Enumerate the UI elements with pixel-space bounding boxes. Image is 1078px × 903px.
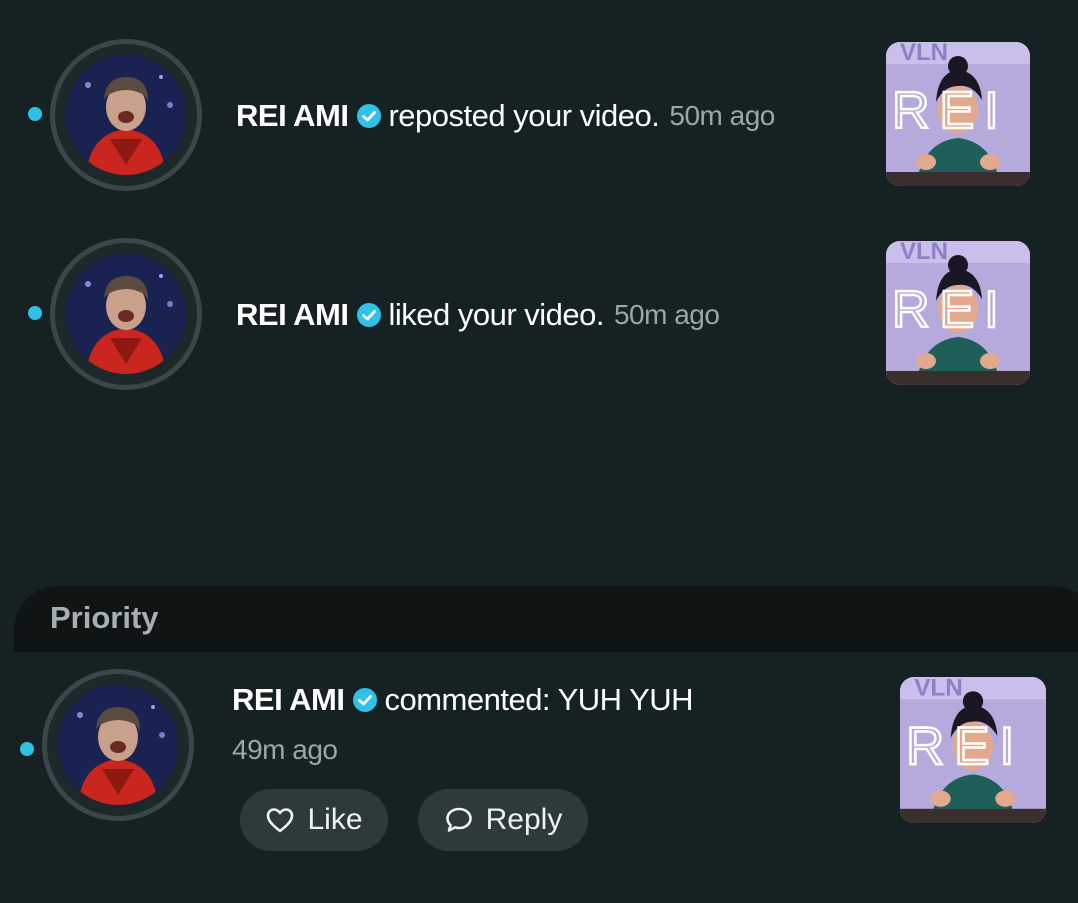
verified-badge-icon	[357, 104, 382, 128]
unread-dot	[20, 742, 34, 756]
avatar[interactable]	[50, 238, 202, 390]
like-label: Like	[307, 803, 363, 836]
priority-section-label: Priority	[50, 600, 159, 635]
avatar-image	[58, 685, 178, 805]
unread-dot	[28, 306, 42, 320]
avatar-image	[66, 254, 186, 374]
timestamp: 50m ago	[613, 299, 720, 330]
username[interactable]: REI AMI	[236, 98, 349, 134]
timestamp: 50m ago	[669, 100, 775, 131]
notification-item-repost[interactable]: REI AMI reposted your video. 50m ago VLN…	[0, 0, 1078, 230]
avatar[interactable]	[50, 39, 202, 191]
thumbnail-watermark: REI	[892, 82, 1009, 140]
unread-dot	[28, 107, 42, 121]
notification-item-like[interactable]: REI AMI liked your video. 50m ago VLN RE…	[0, 230, 1078, 430]
notification-text: REI AMI commented: YUH YUH	[232, 682, 694, 718]
notification-text: REI AMI reposted your video. 50m ago	[236, 98, 775, 134]
notification-action: liked your video.	[388, 297, 604, 332]
notification-text: REI AMI liked your video. 50m ago	[236, 297, 720, 333]
svg-text:VLN: VLN	[900, 241, 948, 265]
svg-text:VLN: VLN	[900, 42, 948, 66]
speech-bubble-icon	[445, 807, 472, 832]
comment-time-row: 49m ago	[232, 734, 338, 766]
video-thumbnail[interactable]: VLN REI	[886, 241, 1030, 385]
thumbnail-watermark: REI	[906, 717, 1024, 776]
reply-button[interactable]: Reply	[418, 789, 588, 851]
notification-item-comment[interactable]: REI AMI commented: YUH YUH 49m ago Like …	[0, 652, 1078, 903]
video-thumbnail[interactable]: VLN REI	[886, 42, 1030, 186]
comment-text: commented: YUH YUH	[384, 682, 694, 717]
verified-badge-icon	[353, 688, 378, 712]
priority-section-header	[14, 586, 1078, 652]
thumbnail-watermark: REI	[892, 281, 1009, 339]
timestamp: 49m ago	[232, 734, 338, 765]
reply-label: Reply	[485, 803, 563, 836]
notifications-screen: REI AMI reposted your video. 50m ago VLN…	[0, 0, 1078, 903]
notification-action: reposted your video.	[388, 98, 660, 133]
svg-text:VLN: VLN	[914, 677, 963, 701]
avatar[interactable]	[42, 669, 194, 821]
username[interactable]: REI AMI	[232, 682, 345, 718]
heart-outline-icon	[267, 808, 294, 833]
verified-badge-icon	[357, 303, 382, 327]
username[interactable]: REI AMI	[236, 297, 349, 333]
like-button[interactable]: Like	[240, 789, 388, 851]
avatar-image	[66, 55, 186, 175]
video-thumbnail[interactable]: VLN REI	[900, 677, 1046, 823]
